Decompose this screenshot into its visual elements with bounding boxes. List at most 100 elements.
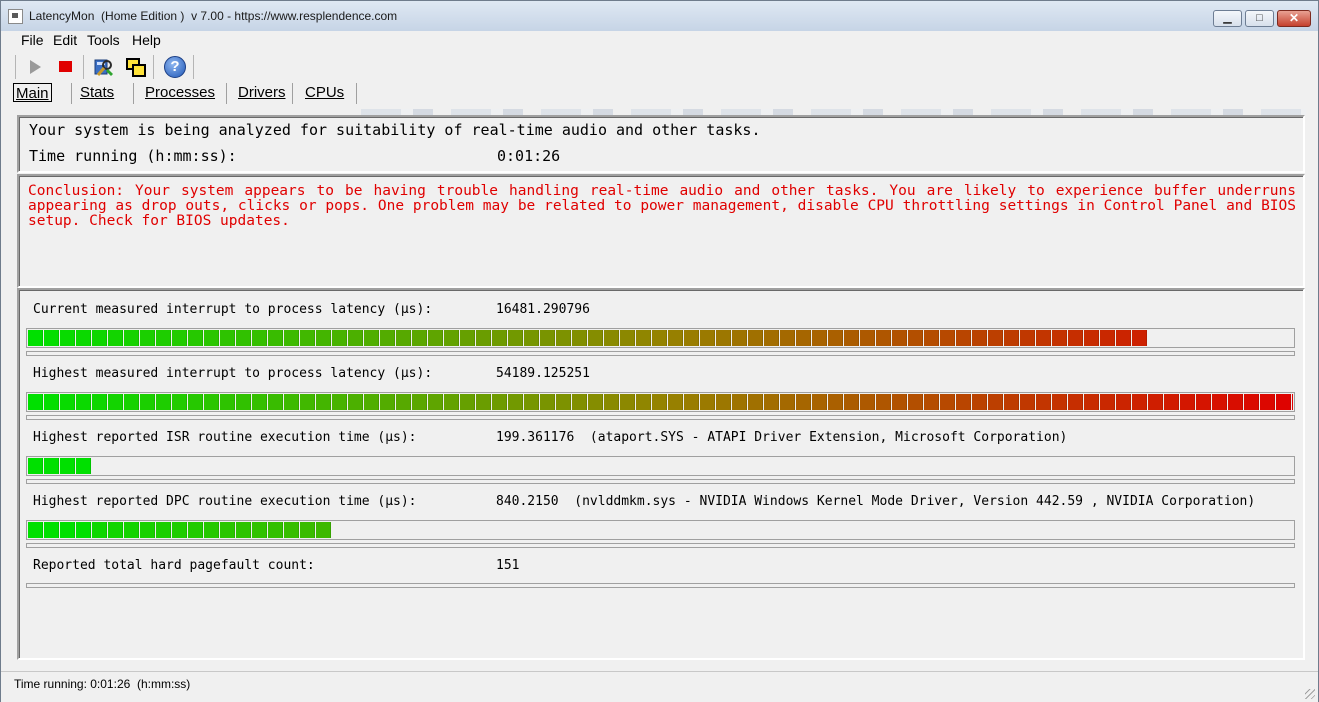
- metric-label: Highest measured interrupt to process la…: [33, 366, 433, 381]
- bar-segment: [28, 330, 43, 346]
- bar-segment: [1212, 394, 1227, 410]
- bar-segment: [1148, 394, 1163, 410]
- bar-segment: [428, 330, 443, 346]
- dpc-bar: [26, 520, 1295, 540]
- tab-drivers[interactable]: Drivers: [238, 82, 286, 104]
- bar-segment: [316, 394, 331, 410]
- bar-segment: [316, 522, 331, 538]
- bar-segment: [924, 394, 939, 410]
- help-button[interactable]: ?: [163, 55, 187, 79]
- bar-segment: [540, 394, 555, 410]
- status-panel: Your system is being analyzed for suitab…: [17, 115, 1305, 173]
- bar-segment: [988, 394, 1003, 410]
- stop-button[interactable]: [54, 55, 78, 79]
- conclusion-panel: Conclusion: Your system appears to be ha…: [17, 174, 1305, 288]
- tab-main[interactable]: Main: [13, 83, 52, 102]
- tab-processes[interactable]: Processes: [145, 82, 215, 104]
- bar-segment: [556, 330, 571, 346]
- bar-segment: [124, 394, 139, 410]
- bar-segment: [220, 330, 235, 346]
- minimize-button[interactable]: ▁: [1213, 10, 1242, 27]
- bar-segment: [60, 522, 75, 538]
- menu-edit[interactable]: Edit: [53, 32, 77, 48]
- bar-segment: [988, 330, 1003, 346]
- bar-underline: [26, 543, 1295, 548]
- menu-file[interactable]: File: [21, 32, 44, 48]
- menu-tools[interactable]: Tools: [87, 32, 120, 48]
- bar-segment: [556, 394, 571, 410]
- analyze-button[interactable]: [92, 55, 116, 79]
- metric-label: Reported total hard pagefault count:: [33, 558, 315, 573]
- tab-separator: [226, 83, 227, 104]
- windows-button[interactable]: [123, 55, 147, 79]
- bar-segment: [60, 394, 75, 410]
- bar-underline: [26, 415, 1295, 420]
- bar-segment: [92, 330, 107, 346]
- main-window: LatencyMon (Home Edition ) v 7.00 - http…: [0, 0, 1319, 702]
- bar-segment: [108, 522, 123, 538]
- bar-segment: [860, 394, 875, 410]
- bar-segment: [684, 394, 699, 410]
- bar-segment: [972, 330, 987, 346]
- bar-segment: [300, 330, 315, 346]
- bar-segment: [28, 458, 43, 474]
- bar-segment: [124, 330, 139, 346]
- bar-segment: [140, 394, 155, 410]
- bar-segment: [300, 522, 315, 538]
- menu-help[interactable]: Help: [132, 32, 161, 48]
- bar-segment: [108, 330, 123, 346]
- metric-value: 199.361176 (ataport.SYS - ATAPI Driver E…: [496, 430, 1068, 445]
- title-bar[interactable]: LatencyMon (Home Edition ) v 7.00 - http…: [1, 1, 1318, 31]
- bar-segment: [812, 394, 827, 410]
- toolbar-separator: [15, 55, 16, 79]
- stop-icon: [59, 61, 72, 72]
- window-title: LatencyMon (Home Edition ) v 7.00 - http…: [29, 9, 398, 23]
- bar-segment: [284, 522, 299, 538]
- metric-label: Highest reported ISR routine execution t…: [33, 430, 417, 445]
- start-button[interactable]: [23, 55, 47, 79]
- bar-segment: [1116, 394, 1131, 410]
- resize-grip-icon[interactable]: [1305, 689, 1315, 699]
- bar-segment: [44, 394, 59, 410]
- bar-segment: [172, 522, 187, 538]
- bar-segment: [508, 330, 523, 346]
- bar-segment: [1228, 394, 1243, 410]
- bar-segment: [236, 522, 251, 538]
- bar-segment: [60, 458, 75, 474]
- bar-segment: [668, 394, 683, 410]
- bar-fill: [28, 330, 1148, 346]
- bar-segment: [156, 330, 171, 346]
- isr-bar: [26, 456, 1295, 476]
- maximize-button[interactable]: □: [1245, 10, 1274, 27]
- bar-segment: [732, 394, 747, 410]
- bar-segment: [1004, 394, 1019, 410]
- bar-segment: [940, 330, 955, 346]
- tab-stats[interactable]: Stats: [80, 82, 114, 104]
- bar-segment: [252, 522, 267, 538]
- bar-segment: [508, 394, 523, 410]
- bar-segment: [844, 330, 859, 346]
- bar-segment: [876, 394, 891, 410]
- bar-segment: [748, 330, 763, 346]
- bar-segment: [172, 330, 187, 346]
- bar-segment: [332, 394, 347, 410]
- bar-segment: [108, 394, 123, 410]
- bar-segment: [492, 394, 507, 410]
- bar-segment: [1132, 330, 1147, 346]
- bar-fill: [28, 522, 332, 538]
- bar-segment: [220, 522, 235, 538]
- close-button[interactable]: ✕: [1277, 10, 1311, 27]
- help-icon: ?: [164, 56, 186, 78]
- bar-segment: [492, 330, 507, 346]
- bar-segment: [908, 394, 923, 410]
- bar-segment: [844, 394, 859, 410]
- bar-segment: [700, 330, 715, 346]
- bar-segment: [940, 394, 955, 410]
- toolbar-separator: [153, 55, 154, 79]
- bar-segment: [284, 394, 299, 410]
- analysis-status: Your system is being analyzed for suitab…: [29, 121, 761, 139]
- metric-label: Current measured interrupt to process la…: [33, 302, 433, 317]
- tab-cpus[interactable]: CPUs: [305, 82, 344, 104]
- conclusion-text: Conclusion: Your system appears to be ha…: [28, 183, 1296, 229]
- bar-segment: [380, 330, 395, 346]
